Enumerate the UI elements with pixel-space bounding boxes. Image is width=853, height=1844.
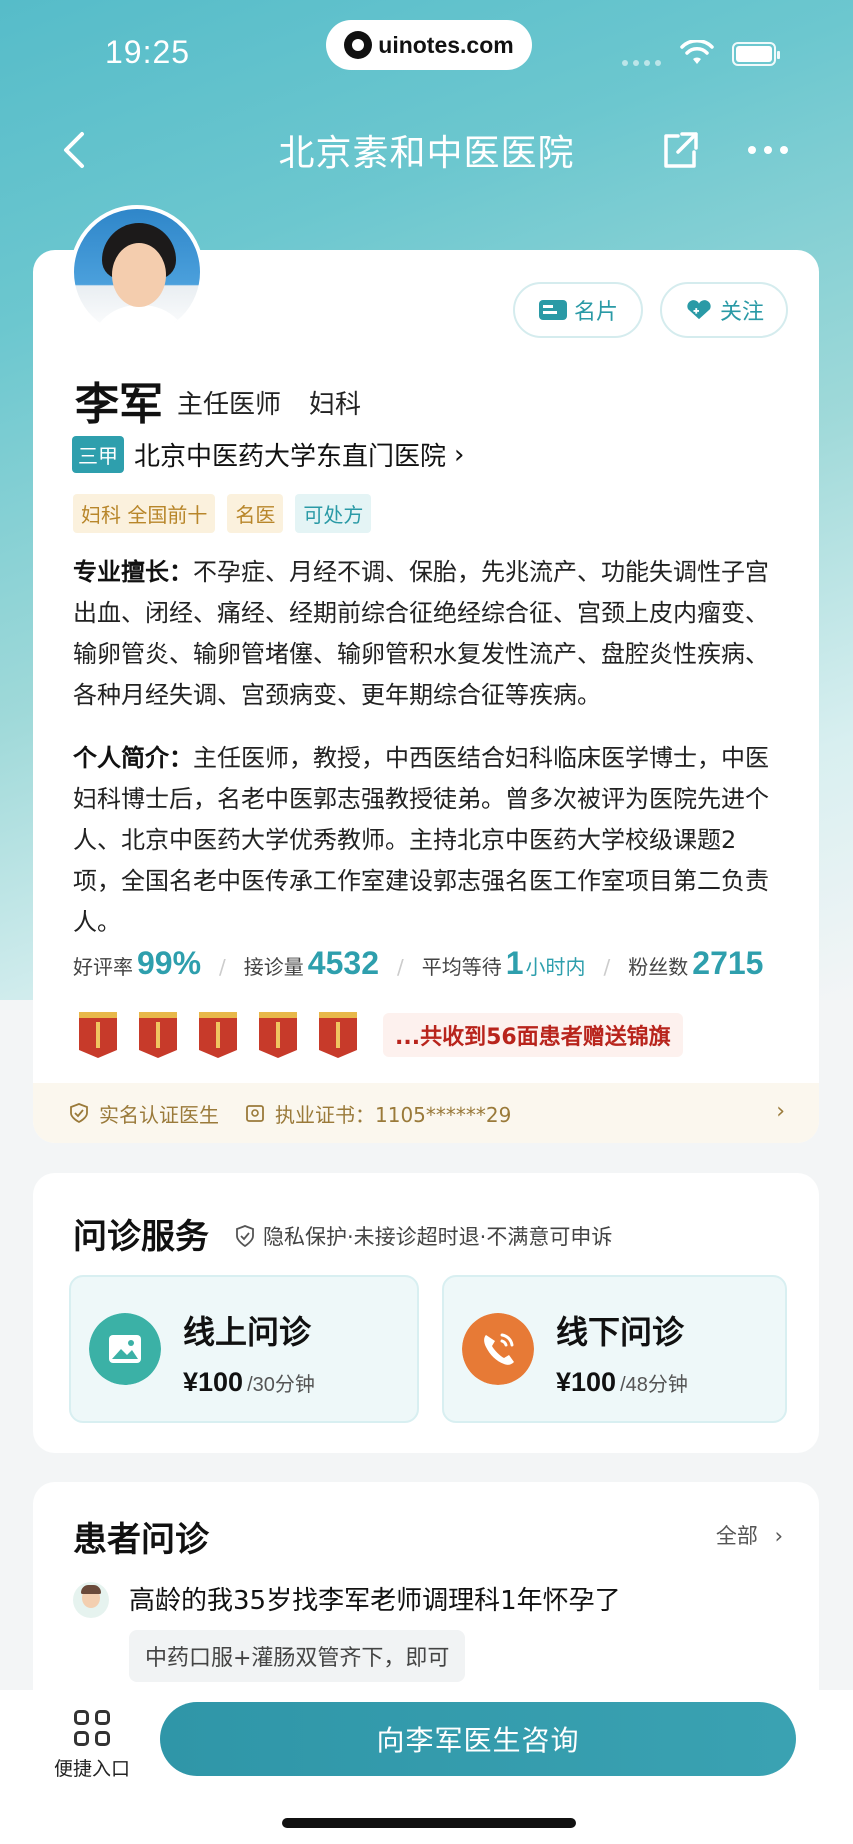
stat-fans: 粉丝数 2715 xyxy=(628,945,763,982)
specialty-section: 专业擅长：不孕症、月经不调、保胎，先兆流产、功能失调性子宫出血、闭经、痛经、经期… xyxy=(73,552,779,716)
silk-banner-icon xyxy=(199,1012,237,1058)
consultations-title: 患者问诊 xyxy=(73,1520,209,1560)
offline-consult-price: ¥100/48分钟 xyxy=(556,1367,688,1398)
offline-consult-name: 线下问诊 xyxy=(556,1313,685,1351)
view-all-label: 全部 xyxy=(715,1524,758,1548)
page-title: 北京素和中医医院 xyxy=(278,133,575,174)
banner-count-note: ...共收到56面患者赠送锦旗 xyxy=(383,1013,683,1057)
doctor-tags: 妇科 全国前十 名医 可处方 xyxy=(73,494,372,533)
tag: 妇科 全国前十 xyxy=(73,494,216,533)
price-value: ¥100 xyxy=(556,1367,617,1397)
home-indicator xyxy=(282,1818,576,1828)
stat-value: 99% xyxy=(137,945,202,981)
quick-entry-label: 便捷入口 xyxy=(53,1758,130,1780)
license-item: 执业证书：1105******29 xyxy=(245,1099,511,1128)
status-time: 19:25 xyxy=(105,34,191,70)
consultation-services-card: 问诊服务 隐私保护·未接诊超时退·不满意可申诉 线上问诊 ¥100/30分钟 线… xyxy=(33,1173,819,1453)
stat-label: 粉丝数 xyxy=(628,955,689,979)
price-value: ¥100 xyxy=(183,1367,244,1397)
view-all-link[interactable]: 全部 › xyxy=(716,1520,783,1550)
heart-plus-icon xyxy=(687,300,711,320)
certification-strip[interactable]: 实名认证医生 执业证书：1105******29 › xyxy=(33,1083,819,1143)
price-period: /30分钟 xyxy=(247,1374,315,1396)
doctor-name: 李军 xyxy=(75,379,163,430)
url-text: uinotes.com xyxy=(378,31,514,58)
tag: 可处方 xyxy=(295,494,372,533)
doctor-avatar[interactable] xyxy=(70,205,204,339)
online-consult-name: 线上问诊 xyxy=(183,1313,312,1351)
phone-icon xyxy=(462,1313,534,1385)
stat-wait: 平均等待 1 小时内 xyxy=(422,945,586,982)
chevron-right-icon: › xyxy=(774,1524,783,1548)
hospital-grade-badge: 三甲 xyxy=(72,436,124,473)
more-icon[interactable] xyxy=(744,128,792,172)
shield-check-icon xyxy=(236,1225,254,1247)
offline-consult-option[interactable]: 线下问诊 ¥100/48分钟 xyxy=(442,1275,787,1423)
wifi-icon xyxy=(680,40,714,64)
silk-banner-icon xyxy=(319,1012,357,1058)
chevron-right-icon: › xyxy=(454,439,465,470)
stat-label: 好评率 xyxy=(73,955,133,979)
certificate-icon xyxy=(246,1105,264,1122)
consult-question[interactable]: 高龄的我35岁找李军老师调理科1年怀孕了 xyxy=(129,1580,621,1617)
shield-check-icon xyxy=(70,1103,88,1123)
online-consult-option[interactable]: 线上问诊 ¥100/30分钟 xyxy=(69,1275,419,1423)
status-bar: 19:25 uinotes.com xyxy=(0,0,853,110)
silk-banner-icon xyxy=(79,1012,117,1058)
license-label: 执业证书：1105******29 xyxy=(275,1102,512,1127)
signal-icon xyxy=(622,60,661,66)
silk-banners[interactable]: ...共收到56面患者赠送锦旗 xyxy=(77,1010,683,1060)
battery-icon xyxy=(732,42,780,66)
verified-label: 实名认证医生 xyxy=(99,1102,219,1127)
nav-bar: 北京素和中医医院 xyxy=(0,110,853,190)
services-subtitle: 隐私保护·未接诊超时退·不满意可申诉 xyxy=(235,1221,612,1251)
tag: 名医 xyxy=(227,494,284,533)
hospital-link[interactable]: 三甲 北京中医药大学东直门医院 › xyxy=(72,436,464,473)
online-consult-price: ¥100/30分钟 xyxy=(183,1367,315,1398)
stat-unit: 小时内 xyxy=(525,955,586,979)
url-pill[interactable]: uinotes.com xyxy=(326,20,532,70)
consult-doctor-button[interactable]: 向李军医生咨询 xyxy=(160,1702,796,1776)
follow-label: 关注 xyxy=(719,300,764,325)
services-title: 问诊服务 xyxy=(73,1217,209,1257)
services-subtitle-text: 隐私保护·未接诊超时退·不满意可申诉 xyxy=(263,1225,613,1249)
follow-button[interactable]: 关注 xyxy=(660,282,788,338)
quick-entry-button[interactable]: 便捷入口 xyxy=(48,1710,136,1781)
stat-rating: 好评率 99% xyxy=(73,945,201,982)
stat-visits: 接诊量 4532 xyxy=(244,945,379,982)
chevron-right-icon: › xyxy=(776,1099,785,1124)
silk-banner-icon xyxy=(259,1012,297,1058)
stat-value: 2715 xyxy=(692,945,764,981)
stat-label: 接诊量 xyxy=(243,955,304,979)
grid-icon xyxy=(74,1710,110,1746)
doctor-profile-card: 名片 关注 李军 主任医师 妇科 三甲 北京中医药大学东直门医院 › 妇科 全国… xyxy=(33,250,819,1143)
share-icon[interactable] xyxy=(658,128,702,172)
business-card-label: 名片 xyxy=(573,300,618,325)
stat-label: 平均等待 xyxy=(421,955,502,979)
doctor-title: 主任医师 xyxy=(177,390,282,420)
image-chat-icon xyxy=(89,1313,161,1385)
intro-section: 个人简介：主任医师，教授，中西医结合妇科临床医学博士，中医妇科博士后，名老中医郭… xyxy=(73,738,779,943)
stat-value: 1 xyxy=(505,945,524,981)
specialty-label: 专业擅长： xyxy=(73,558,193,586)
intro-text: 主任医师，教授，中西医结合妇科临床医学博士，中医妇科博士后，名老中医郭志强教授徒… xyxy=(73,744,769,936)
hospital-name: 北京中医药大学东直门医院 xyxy=(134,442,447,472)
doctor-stats: 好评率 99% / 接诊量 4532 / 平均等待 1 小时内 / 粉丝数 27… xyxy=(73,945,764,982)
patient-avatar xyxy=(73,1582,109,1618)
card-icon xyxy=(538,300,567,320)
consult-answer: 中药口服+灌肠双管齐下，即可 xyxy=(129,1630,466,1682)
business-card-button[interactable]: 名片 xyxy=(513,282,643,338)
price-period: /48分钟 xyxy=(620,1374,688,1396)
doctor-department: 妇科 xyxy=(309,390,362,420)
stat-value: 4532 xyxy=(307,945,379,981)
intro-label: 个人简介： xyxy=(73,744,193,772)
verified-item: 实名认证医生 xyxy=(69,1099,219,1128)
silk-banner-icon xyxy=(139,1012,177,1058)
site-logo-icon xyxy=(344,31,373,59)
